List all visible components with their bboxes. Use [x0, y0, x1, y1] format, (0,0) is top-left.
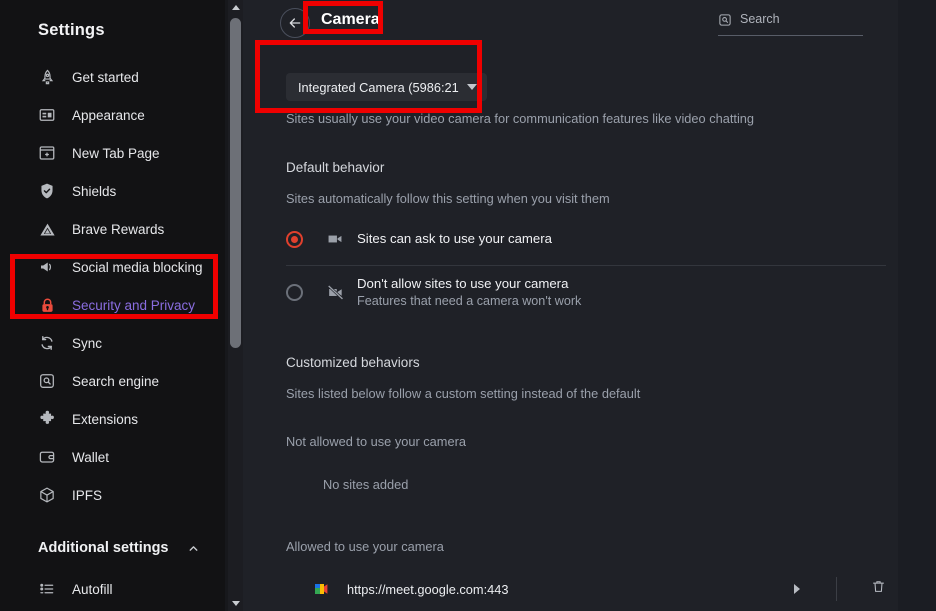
sidebar-title: Settings	[38, 21, 105, 39]
sidebar-item-appearance[interactable]: Appearance	[0, 96, 225, 134]
chevron-down-icon	[466, 84, 477, 90]
sidebar-item-sync[interactable]: Sync	[0, 324, 225, 362]
panel-right-edge	[898, 0, 936, 611]
google-meet-favicon	[313, 581, 329, 597]
sidebar-item-label: Search engine	[72, 373, 160, 389]
default-behavior-subtitle: Sites automatically follow this setting …	[286, 191, 610, 206]
radio-button[interactable]	[286, 283, 303, 301]
sidebar-item-get-started[interactable]: Get started	[0, 58, 225, 96]
search-icon	[718, 13, 732, 32]
megaphone-icon	[36, 256, 58, 278]
radio-button[interactable]	[286, 230, 303, 248]
additional-settings-header[interactable]: Additional settings	[38, 540, 208, 556]
sidebar-item-label: Shields	[72, 183, 117, 199]
site-url-label: https://meet.google.com:443	[347, 581, 509, 597]
additional-settings-label: Additional settings	[38, 540, 169, 556]
sidebar-nav-list: Get started Appearance New Tab Page Shie…	[0, 58, 225, 514]
sidebar-item-label: Appearance	[72, 107, 145, 123]
scrollbar-thumb[interactable]	[230, 18, 241, 348]
camera-device-select[interactable]: Integrated Camera (5986:21	[286, 73, 487, 101]
wallet-icon	[36, 446, 58, 468]
camera-intro-text: Sites usually use your video camera for …	[286, 111, 755, 126]
sync-icon	[36, 332, 58, 354]
sidebar-item-ipfs[interactable]: IPFS	[0, 476, 225, 514]
new-tab-page-icon	[36, 142, 58, 164]
search-input[interactable]: Search	[718, 12, 863, 36]
sidebar-item-wallet[interactable]: Wallet	[0, 438, 225, 476]
lock-icon	[36, 294, 58, 316]
radio-option-label: Sites can ask to use your camera	[357, 231, 552, 246]
default-behavior-title: Default behavior	[286, 160, 385, 175]
not-allowed-empty-text: No sites added	[323, 477, 409, 492]
radio-option-label: Don't allow sites to use your camera	[357, 276, 569, 291]
sidebar-item-label: Sync	[72, 335, 103, 351]
settings-window: Settings Get started Appearance New Tab …	[0, 0, 936, 611]
sidebar-item-shields[interactable]: Shields	[0, 172, 225, 210]
rocket-icon	[36, 66, 58, 88]
chevron-up-icon	[187, 542, 200, 555]
radio-option-texts: Don't allow sites to use your camera Fea…	[357, 276, 581, 308]
camera-device-value: Integrated Camera (5986:21	[298, 79, 459, 95]
table-row[interactable]: https://meet.google.com:443	[313, 569, 886, 609]
scroll-up-arrow-icon[interactable]	[228, 0, 243, 15]
sidebar-scrollbar[interactable]	[228, 0, 243, 611]
page-title: Camera	[321, 11, 380, 28]
radio-option-texts: Sites can ask to use your camera	[357, 230, 552, 248]
sidebar-item-label: Autofill	[72, 581, 113, 597]
sidebar-item-social-media-blocking[interactable]: Social media blocking	[0, 248, 225, 286]
sidebar-item-label: Get started	[72, 69, 139, 85]
puzzle-icon	[36, 408, 58, 430]
sidebar-item-label: Social media blocking	[72, 259, 203, 275]
sidebar-item-security-and-privacy[interactable]: Security and Privacy	[0, 286, 225, 324]
sidebar-item-label: New Tab Page	[72, 145, 160, 161]
sidebar-item-label: IPFS	[72, 487, 103, 503]
sidebar-item-label: Brave Rewards	[72, 221, 165, 237]
row-separator	[836, 577, 837, 601]
search-placeholder: Search	[740, 12, 780, 26]
sidebar-item-autofill[interactable]: Autofill	[0, 570, 225, 608]
camera-settings-panel: Camera Search Integrated Camera (5986:21…	[243, 0, 898, 611]
sidebar-item-brave-rewards[interactable]: Brave Rewards	[0, 210, 225, 248]
radio-option-sublabel: Features that need a camera won't work	[357, 294, 582, 308]
sidebar-item-search-engine[interactable]: Search engine	[0, 362, 225, 400]
list-icon	[36, 578, 58, 600]
sidebar-item-label: Wallet	[72, 449, 110, 465]
sidebar-item-extensions[interactable]: Extensions	[0, 400, 225, 438]
shield-check-icon	[36, 180, 58, 202]
not-allowed-group-title: Not allowed to use your camera	[286, 434, 466, 449]
brave-triangle-icon	[36, 218, 58, 240]
radio-option-sites-can-ask[interactable]: Sites can ask to use your camera	[286, 213, 886, 265]
settings-sidebar: Settings Get started Appearance New Tab …	[0, 0, 225, 611]
search-square-icon	[36, 370, 58, 392]
trash-icon[interactable]	[871, 578, 886, 600]
back-arrow-icon[interactable]	[280, 8, 310, 38]
camera-off-icon	[325, 283, 345, 302]
customized-behaviors-title: Customized behaviors	[286, 355, 420, 370]
scroll-down-arrow-icon[interactable]	[228, 596, 243, 611]
customized-behaviors-subtitle: Sites listed below follow a custom setti…	[286, 386, 641, 401]
chevron-right-icon[interactable]	[794, 584, 800, 594]
sidebar-item-new-tab-page[interactable]: New Tab Page	[0, 134, 225, 172]
sidebar-item-label: Extensions	[72, 411, 139, 427]
cube-icon	[36, 484, 58, 506]
camera-icon	[325, 230, 345, 248]
additional-settings-list: Autofill	[0, 570, 225, 608]
appearance-icon	[36, 104, 58, 126]
allowed-group-title: Allowed to use your camera	[286, 539, 444, 554]
sidebar-item-label: Security and Privacy	[72, 297, 196, 313]
radio-option-dont-allow[interactable]: Don't allow sites to use your camera Fea…	[286, 266, 886, 318]
